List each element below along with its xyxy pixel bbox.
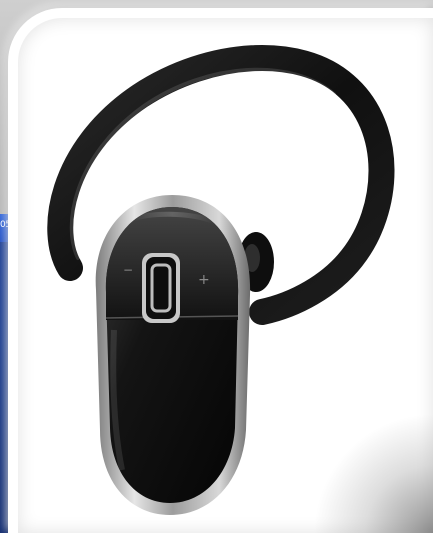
multifunction-button[interactable] (142, 253, 180, 323)
headset-body (95, 195, 251, 515)
headset-icon: − + (47, 45, 395, 515)
volume-up-button[interactable]: + (198, 272, 210, 288)
screen: 05 − + (0, 0, 433, 533)
volume-up-label: + (198, 272, 210, 288)
volume-down-label: − (123, 263, 133, 277)
volume-down-button[interactable]: − (123, 263, 133, 277)
